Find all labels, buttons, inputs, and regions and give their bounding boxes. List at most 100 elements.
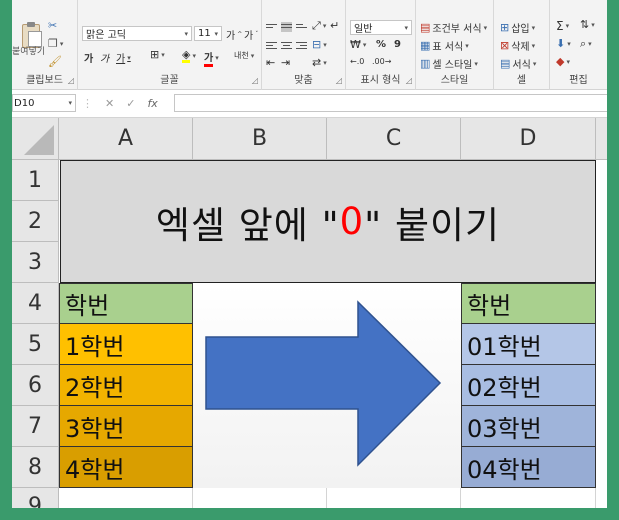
- column-header-c[interactable]: C: [327, 118, 461, 160]
- cell-styles-button[interactable]: ▥ 셀 스타일 ▾: [420, 56, 478, 71]
- left-table-cell-2[interactable]: 2학번: [59, 365, 193, 406]
- font-name-select[interactable]: 맑은 고딕 ▾: [82, 26, 192, 41]
- italic-button[interactable]: 가: [100, 50, 109, 65]
- increase-decimal-icon[interactable]: ←.0: [350, 57, 364, 66]
- grow-font-button[interactable]: 가 ^: [226, 27, 242, 42]
- number-group-label: 표시 형식: [360, 75, 401, 86]
- insert-label: 삽입: [511, 24, 530, 35]
- cell-b9[interactable]: [193, 488, 327, 508]
- conditional-format-label: 조건부 서식: [432, 24, 482, 35]
- font-color-button[interactable]: 가 ▾: [204, 49, 219, 67]
- cut-icon[interactable]: ✂: [48, 20, 57, 31]
- format-icon: ▤: [500, 57, 511, 70]
- row-header-4[interactable]: 4: [12, 283, 59, 324]
- title-merged-cell[interactable]: 엑셀 앞에 " 0 " 붙이기: [60, 160, 596, 283]
- column-header-b[interactable]: B: [193, 118, 327, 160]
- wrap-text-icon[interactable]: ↵: [330, 20, 339, 31]
- phonetic-button[interactable]: 내천 ▾: [234, 50, 254, 61]
- align-right-icon[interactable]: [296, 40, 307, 50]
- text-direction-button[interactable]: ⇄ ▾: [312, 57, 327, 68]
- row-header-7[interactable]: 7: [12, 406, 59, 447]
- number-launcher-icon[interactable]: ◿: [406, 76, 412, 85]
- align-center-icon[interactable]: [281, 40, 292, 50]
- clear-button[interactable]: ◆ ▾: [556, 56, 570, 67]
- cell-a9[interactable]: [59, 488, 193, 508]
- styles-group-label: 스타일: [440, 75, 469, 86]
- underline-button[interactable]: 가 ▾: [116, 50, 131, 66]
- right-arrow-shape[interactable]: [193, 283, 461, 488]
- format-label: 서식: [512, 60, 531, 71]
- copy-icon[interactable]: ❐ ▾: [48, 38, 63, 49]
- align-top-icon[interactable]: [266, 22, 277, 32]
- align-bottom-icon[interactable]: [296, 22, 307, 32]
- right-table-cell-4[interactable]: 04학번: [461, 447, 596, 488]
- editing-group: Σ ▾ ⇅ ▾ ⬇ ▾ ⌕ ▾ ◆ ▾ 편집: [550, 0, 607, 90]
- increase-indent-icon[interactable]: ⇥: [281, 57, 290, 68]
- right-table-cell-3[interactable]: 03학번: [461, 406, 596, 447]
- left-table-cell-4[interactable]: 4학번: [59, 447, 193, 488]
- format-cells-button[interactable]: ▤ 서식 ▾: [500, 56, 536, 71]
- number-format-select[interactable]: 일반 ▾: [350, 20, 412, 35]
- accounting-format-button[interactable]: ₩ ▾: [350, 39, 366, 50]
- conditional-format-button[interactable]: ▤ 조건부 서식 ▾: [420, 20, 487, 35]
- cell-c9[interactable]: [327, 488, 461, 508]
- column-header-a[interactable]: A: [59, 118, 193, 160]
- name-box[interactable]: D10 ▾: [12, 94, 76, 112]
- font-color-label: 가: [204, 49, 214, 67]
- orientation-button[interactable]: ⤢ ▾: [312, 20, 326, 31]
- row-header-1[interactable]: 1: [12, 160, 59, 201]
- row-header-2[interactable]: 2: [12, 201, 59, 242]
- cell-d9[interactable]: [461, 488, 596, 508]
- select-all-button[interactable]: [12, 118, 59, 160]
- border-icon: ⊞: [150, 48, 160, 61]
- row-header-5[interactable]: 5: [12, 324, 59, 365]
- bold-button[interactable]: 가: [84, 50, 93, 65]
- left-table-header[interactable]: 학번: [59, 283, 193, 324]
- delete-cells-button[interactable]: ⊠ 삭제 ▾: [500, 38, 535, 53]
- formula-buttons: ⋮ ✕ ✓ fx: [82, 94, 158, 112]
- column-header-e[interactable]: [596, 118, 607, 160]
- border-button[interactable]: ⊞ ▾: [150, 49, 165, 60]
- comma-style-button[interactable]: 9: [394, 39, 401, 50]
- merge-center-button[interactable]: ⊟ ▾: [312, 39, 327, 50]
- alignment-launcher-icon[interactable]: ◿: [336, 76, 342, 85]
- align-left-icon[interactable]: [266, 40, 277, 50]
- enter-icon[interactable]: ✓: [126, 97, 135, 110]
- right-table-cell-1[interactable]: 01학번: [461, 324, 596, 365]
- font-size-value: 11: [198, 28, 211, 39]
- left-table-cell-3[interactable]: 3학번: [59, 406, 193, 447]
- right-table-header[interactable]: 학번: [461, 283, 596, 324]
- insert-function-icon[interactable]: fx: [147, 97, 157, 110]
- shrink-font-button[interactable]: 가ˇ: [244, 27, 258, 42]
- formula-input[interactable]: [174, 94, 607, 112]
- orientation-icon: ⤢: [312, 19, 321, 32]
- cancel-icon[interactable]: ✕: [105, 97, 114, 110]
- format-painter-icon[interactable]: 🖌: [48, 56, 62, 67]
- format-as-table-button[interactable]: ▦ 표 서식 ▾: [420, 38, 469, 53]
- fill-button[interactable]: ⬇ ▾: [556, 38, 571, 49]
- paste-button-label[interactable]: 붙여넣기: [12, 44, 45, 57]
- row-header-8[interactable]: 8: [12, 447, 59, 488]
- align-middle-icon[interactable]: [281, 22, 292, 32]
- cells-group: ⊞ 삽입 ▾ ⊠ 삭제 ▾ ▤ 서식 ▾ 셀: [494, 0, 550, 90]
- decrease-decimal-icon[interactable]: .00→: [372, 57, 391, 66]
- left-table-cell-1[interactable]: 1학번: [59, 324, 193, 365]
- sort-filter-button[interactable]: ⇅ ▾: [580, 19, 595, 30]
- decrease-indent-icon[interactable]: ⇤: [266, 57, 275, 68]
- fill-color-button[interactable]: ◈ ▾: [182, 49, 196, 63]
- find-select-button[interactable]: ⌕ ▾: [580, 38, 592, 49]
- font-size-select[interactable]: 11 ▾: [194, 26, 222, 41]
- percent-button[interactable]: %: [376, 39, 386, 50]
- insert-cells-button[interactable]: ⊞ 삽입 ▾: [500, 20, 535, 35]
- font-launcher-icon[interactable]: ◿: [252, 76, 258, 85]
- column-header-d[interactable]: D: [461, 118, 596, 160]
- row-header-3[interactable]: 3: [12, 242, 59, 283]
- right-table-cell-2[interactable]: 02학번: [461, 365, 596, 406]
- name-box-value: D10: [14, 97, 35, 109]
- title-text-after: " 붙이기: [364, 203, 501, 247]
- phonetic-label: 내천: [234, 51, 249, 60]
- row-header-6[interactable]: 6: [12, 365, 59, 406]
- row-header-9[interactable]: 9: [12, 488, 59, 508]
- clipboard-launcher-icon[interactable]: ◿: [68, 76, 74, 85]
- autosum-button[interactable]: Σ ▾: [556, 19, 569, 33]
